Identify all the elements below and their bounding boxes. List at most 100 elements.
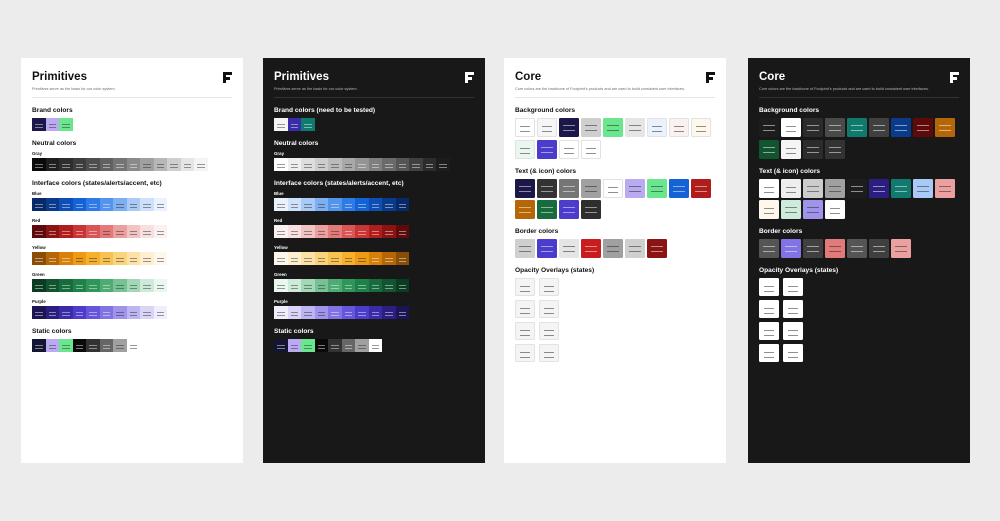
color-swatch xyxy=(274,306,288,319)
color-tile xyxy=(581,200,601,219)
color-swatch xyxy=(99,339,113,352)
color-swatch xyxy=(382,198,396,211)
section: Text (& icon) colors xyxy=(515,168,715,219)
color-tile xyxy=(537,239,557,258)
section: Border colors xyxy=(759,228,959,258)
color-swatch xyxy=(355,252,369,265)
color-swatch xyxy=(32,306,46,319)
section-title: Interface colors (states/alerts/accent, … xyxy=(32,180,162,187)
color-tiles xyxy=(515,118,715,159)
color-tile xyxy=(759,200,779,219)
palette-label: Red xyxy=(32,218,41,223)
color-swatch xyxy=(45,198,59,211)
color-tile xyxy=(935,118,955,137)
color-tile xyxy=(783,278,803,296)
color-tile xyxy=(539,322,559,340)
color-swatch xyxy=(99,225,113,238)
color-swatch xyxy=(32,118,46,131)
color-tile xyxy=(537,200,557,219)
color-swatch xyxy=(274,118,288,131)
color-swatch xyxy=(328,279,342,292)
color-tile xyxy=(515,139,535,159)
color-swatch xyxy=(113,252,127,265)
color-swatch xyxy=(368,306,382,319)
section: Opacity Overlays (states) xyxy=(515,267,715,362)
color-swatch xyxy=(341,279,355,292)
palette-label: Red xyxy=(274,218,283,223)
swatch-row xyxy=(32,225,232,238)
section-title: Brand colors xyxy=(32,107,73,114)
color-swatch xyxy=(140,306,154,319)
color-swatch xyxy=(395,279,409,292)
section: Brand colors (need to be tested) xyxy=(274,107,474,131)
palette-label: Green xyxy=(274,272,287,277)
section: Border colors xyxy=(515,228,715,258)
color-swatch xyxy=(32,339,46,352)
color-tile xyxy=(869,118,889,137)
color-swatch xyxy=(72,279,86,292)
color-swatch xyxy=(355,225,369,238)
color-swatch xyxy=(314,306,328,319)
palette-label: Blue xyxy=(274,191,284,196)
color-swatch xyxy=(301,225,315,238)
color-swatch xyxy=(59,279,73,292)
color-swatch xyxy=(59,198,73,211)
color-tile xyxy=(647,118,667,137)
color-tile xyxy=(559,139,579,159)
color-swatch xyxy=(45,339,59,352)
color-swatch xyxy=(341,225,355,238)
swatch-row xyxy=(274,118,474,131)
color-swatch xyxy=(314,158,328,171)
color-swatch xyxy=(382,225,396,238)
color-swatch xyxy=(126,252,140,265)
color-swatch xyxy=(126,158,140,171)
page-core-dark: Core Core colors are the backbone of Foot… xyxy=(748,58,970,463)
color-swatch xyxy=(301,306,315,319)
swatch-row xyxy=(32,306,232,319)
section: Interface colors (states/alerts/accent, … xyxy=(32,180,232,319)
swatch-row xyxy=(274,306,474,319)
color-tile xyxy=(559,200,579,219)
section-title: Neutral colors xyxy=(274,140,319,147)
color-swatch xyxy=(382,158,396,171)
color-tile xyxy=(603,178,623,198)
color-swatch xyxy=(86,306,100,319)
color-tile xyxy=(825,239,845,258)
color-swatch xyxy=(45,158,59,171)
page-subtitle: Core colors are the backbone of Footprin… xyxy=(515,87,685,91)
color-swatch xyxy=(314,339,328,352)
color-swatch xyxy=(153,252,167,265)
color-swatch xyxy=(341,158,355,171)
color-swatch xyxy=(287,198,301,211)
color-swatch xyxy=(287,339,301,352)
color-tile xyxy=(515,300,535,318)
color-swatch xyxy=(45,225,59,238)
swatch-row xyxy=(32,158,232,171)
color-tile xyxy=(647,239,667,258)
color-swatch xyxy=(274,252,288,265)
color-swatch xyxy=(86,339,100,352)
color-tile xyxy=(847,239,867,258)
color-swatch xyxy=(314,198,328,211)
color-swatch xyxy=(113,225,127,238)
color-tile xyxy=(781,139,801,159)
section-title: Static colors xyxy=(274,328,314,335)
palette-label: Gray xyxy=(32,151,43,156)
color-swatch xyxy=(72,339,86,352)
color-swatch xyxy=(99,198,113,211)
color-swatch xyxy=(45,118,59,131)
color-tiles xyxy=(515,178,715,219)
page-header: Core xyxy=(515,70,715,83)
color-swatch xyxy=(59,118,73,131)
color-tile xyxy=(781,200,801,219)
color-tile xyxy=(869,178,889,198)
color-tiles xyxy=(759,118,959,159)
color-swatch xyxy=(59,225,73,238)
color-swatch xyxy=(32,225,46,238)
color-swatch xyxy=(301,118,315,131)
section: Interface colors (states/alerts/accent, … xyxy=(274,180,474,319)
section: Opacity Overlays (states) xyxy=(759,267,959,362)
footprint-logo-icon xyxy=(223,72,232,83)
color-tile xyxy=(803,239,823,258)
color-tile xyxy=(515,118,535,137)
